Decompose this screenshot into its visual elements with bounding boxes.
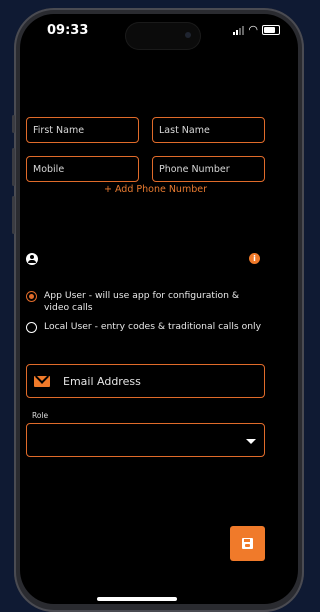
dynamic-island <box>125 22 201 50</box>
radio-local-user[interactable]: Local User - entry codes & traditional c… <box>26 321 264 333</box>
radio-local-user-label: Local User - entry codes & traditional c… <box>44 321 262 332</box>
person-icon <box>26 252 38 265</box>
radio-app-user[interactable]: App User - will use app for configuratio… <box>26 290 264 314</box>
home-indicator[interactable] <box>97 597 177 601</box>
signal-icon <box>233 25 245 35</box>
volume-up-button <box>12 148 15 186</box>
role-dropdown[interactable]: User <box>26 423 265 457</box>
floppy-disk-icon <box>242 538 253 549</box>
camera-icon <box>185 32 191 38</box>
email-field[interactable] <box>26 364 265 398</box>
add-phone-number-link[interactable]: + Add Phone Number <box>0 184 311 195</box>
caret-down-icon <box>246 439 256 444</box>
info-icon[interactable]: i <box>249 253 260 264</box>
personal-info-heading: Personal Info <box>26 93 109 106</box>
system-icons: ◠ <box>233 23 280 36</box>
status-bar: 09:33 ◠ <box>20 22 298 50</box>
radio-app-user-label: App User - will use app for configuratio… <box>44 290 240 313</box>
first-name-input[interactable] <box>27 118 138 143</box>
radio-local-user-control[interactable] <box>26 322 37 333</box>
first-name-field[interactable] <box>26 117 139 143</box>
last-name-input[interactable] <box>153 118 264 143</box>
last-name-field[interactable] <box>152 117 265 143</box>
save-button[interactable] <box>230 526 265 561</box>
email-input[interactable] <box>61 364 264 398</box>
radio-app-user-control[interactable] <box>26 291 37 302</box>
arrow-left-icon[interactable]: ← <box>24 45 38 65</box>
envelope-icon <box>34 375 50 387</box>
status-time: 09:33 <box>47 23 89 38</box>
app-header: ← Add User <box>24 45 124 65</box>
battery-icon <box>262 25 280 35</box>
phone-number-input[interactable] <box>153 157 264 182</box>
user-info-heading: User Info <box>26 232 83 245</box>
wifi-icon: ◠ <box>248 23 258 36</box>
volume-down-button <box>12 196 15 234</box>
mobile-input[interactable] <box>27 157 138 182</box>
role-selected-value: User <box>34 433 60 446</box>
user-type-label: User Type <box>46 252 100 265</box>
phone-number-field[interactable] <box>152 156 265 182</box>
mute-switch <box>12 115 15 133</box>
user-type-row: User Type <box>26 252 100 265</box>
mobile-field[interactable] <box>26 156 139 182</box>
role-label: Role <box>32 411 49 420</box>
page-title: Add User <box>52 47 125 63</box>
